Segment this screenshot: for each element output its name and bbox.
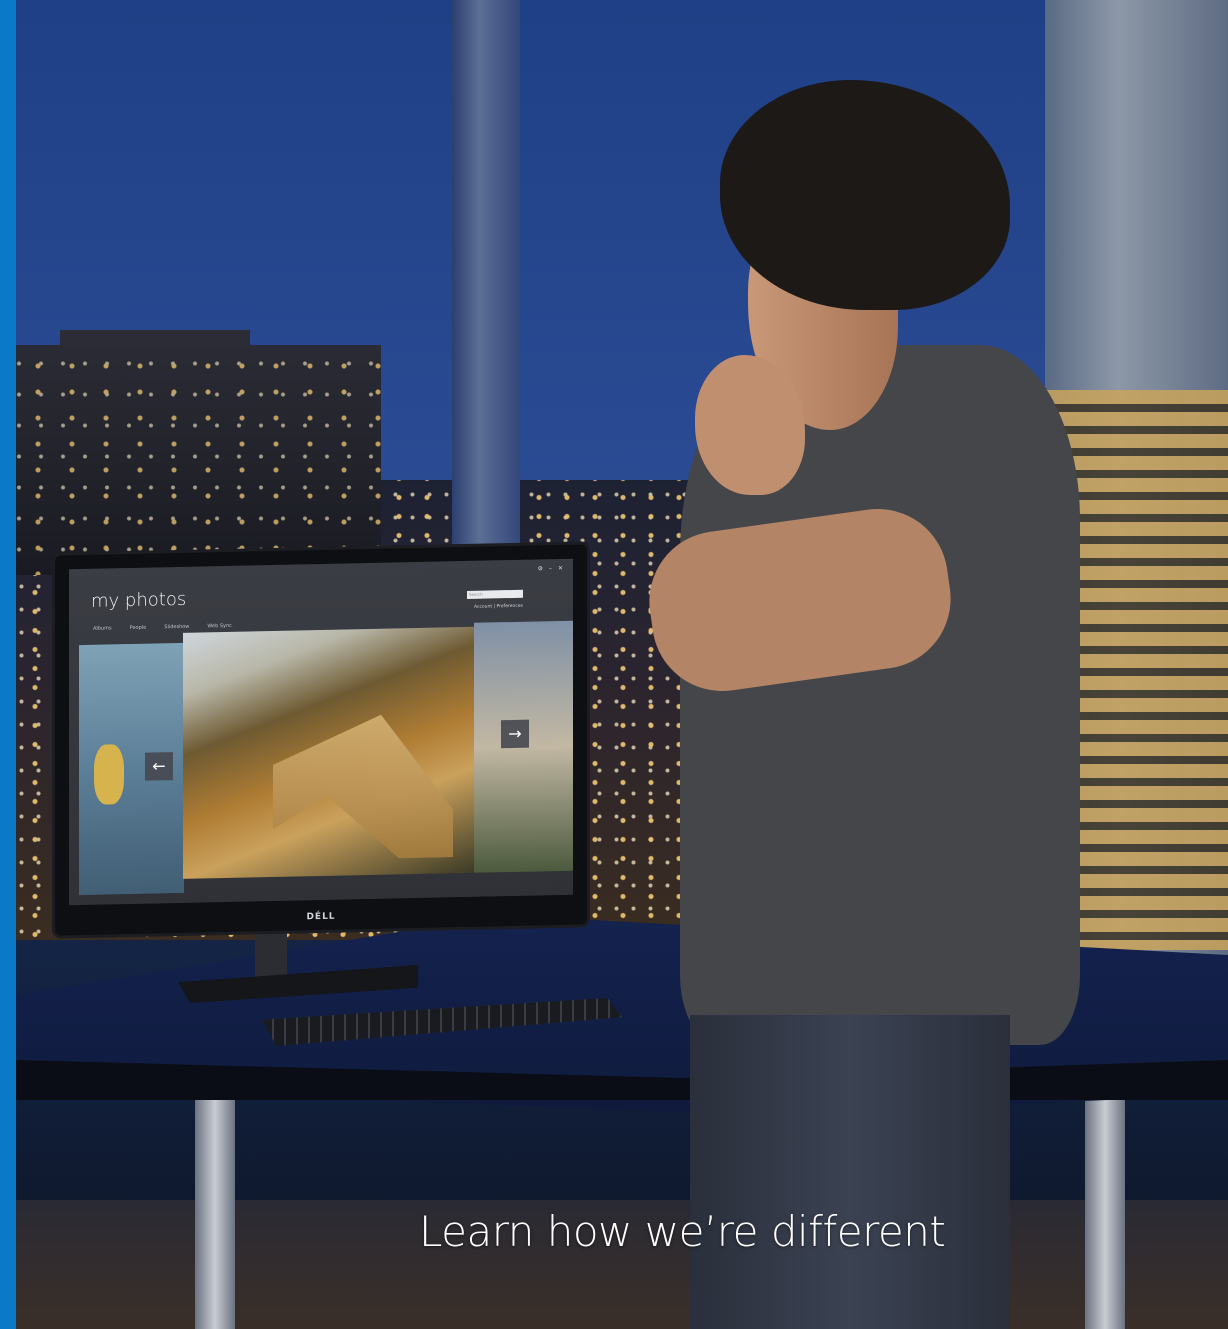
monitor-screen: ⚙ – ✕ my photos Albums People Slideshow … [69, 558, 573, 906]
person-jeans [690, 1015, 1010, 1329]
photo-great-wall [183, 626, 475, 879]
minimize-icon: – [548, 565, 552, 573]
nav-item: Web Sync [207, 622, 232, 630]
app-nav: Albums People Slideshow Web Sync [93, 623, 232, 632]
office-building [16, 345, 381, 575]
search-field: Search [467, 589, 523, 599]
monitor: ⚙ – ✕ my photos Albums People Slideshow … [55, 544, 587, 936]
arrow-right-icon: → [501, 719, 529, 749]
settings-icon: ⚙ [537, 565, 543, 573]
arrow-left-icon: ← [145, 752, 173, 781]
desk-leg [195, 1100, 235, 1329]
desk-leg [1085, 1100, 1125, 1329]
nav-item: Slideshow [164, 623, 190, 631]
app-title: my photos [91, 588, 187, 612]
close-icon: ✕ [557, 564, 563, 573]
hero-photo: ⚙ – ✕ my photos Albums People Slideshow … [0, 0, 1228, 1329]
nav-item: People [129, 624, 147, 632]
monitor-logo: DÉLL [306, 911, 336, 923]
person-hair [720, 80, 1010, 310]
account-links: Account | Preferences [473, 603, 523, 610]
person [640, 80, 1080, 1329]
window-controls: ⚙ – ✕ [538, 565, 563, 573]
nav-item: Albums [93, 625, 112, 632]
learn-more-link[interactable]: Learn how we’re different [419, 1207, 946, 1256]
accent-bar [0, 0, 16, 1329]
